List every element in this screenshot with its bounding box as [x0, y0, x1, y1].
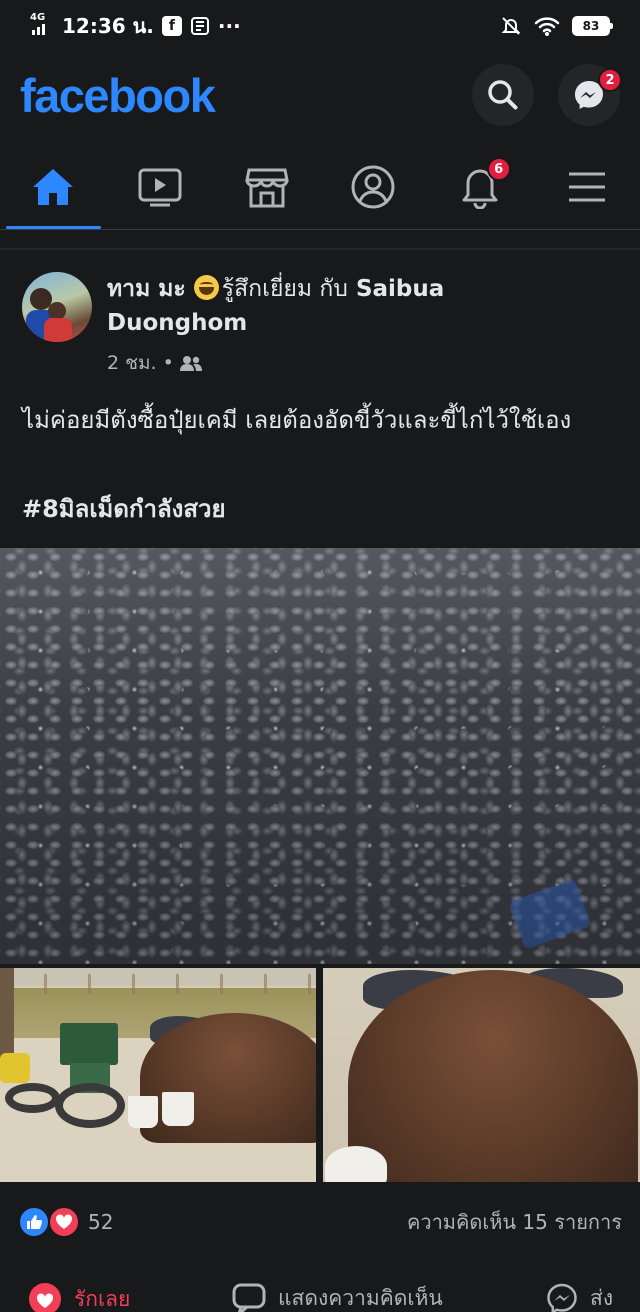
like-reaction-icon: [18, 1206, 50, 1238]
header-actions: 2: [472, 64, 622, 126]
profile-icon: [351, 165, 395, 209]
post-header: ทาม มะ รู้สึกเยี่ยม กับ Saibua Duonghom …: [22, 272, 622, 378]
post-photo-compost-pile[interactable]: [323, 968, 640, 1182]
post-timestamp-row: 2 ชม. •: [107, 348, 444, 378]
love-icon: [29, 1283, 61, 1312]
love-reaction-icon: [48, 1206, 80, 1238]
search-button[interactable]: [472, 64, 534, 126]
post-photo-machine[interactable]: [0, 968, 316, 1182]
network-type: 4G: [30, 12, 46, 23]
mute-bell-icon: [501, 17, 521, 35]
status-left: 4G 12:36 น. f ···: [30, 10, 241, 42]
author-avatar[interactable]: [22, 272, 92, 342]
tab-notifications[interactable]: 6: [427, 145, 534, 229]
reaction-icons: [18, 1204, 84, 1240]
messenger-button[interactable]: 2: [558, 64, 622, 126]
reactions-summary[interactable]: 52 ความคิดเห็น 15 รายการ: [18, 1202, 622, 1242]
reaction-count: 52: [88, 1210, 114, 1234]
menu-icon: [568, 172, 605, 202]
marketplace-icon: [244, 168, 289, 208]
comment-label: แสดงความคิดเห็น: [278, 1286, 443, 1310]
feeling-text: รู้สึกเยี่ยม กับ: [221, 276, 348, 302]
status-right: 83: [500, 15, 613, 37]
app-header: facebook 2: [0, 55, 640, 135]
comment-count[interactable]: ความคิดเห็น 15 รายการ: [407, 1206, 622, 1238]
tab-marketplace[interactable]: [213, 145, 320, 229]
tab-bar: 6: [0, 145, 640, 230]
status-bar: 4G 12:36 น. f ··· 83: [0, 0, 640, 52]
friends-audience-icon: [179, 356, 202, 371]
comment-icon: [232, 1283, 266, 1312]
post-meta: ทาม มะ รู้สึกเยี่ยม กับ Saibua Duonghom …: [107, 272, 444, 378]
post-photo-pellets[interactable]: [0, 548, 640, 964]
status-time: 12:36 น.: [62, 14, 154, 38]
post-actions: รักเลย แสดงความคิดเห็น ส่ง: [0, 1278, 640, 1312]
share-button[interactable]: ส่ง: [546, 1282, 613, 1312]
video-icon: [138, 168, 182, 207]
post-time[interactable]: 2 ชม. •: [107, 348, 174, 378]
tagged-name-first[interactable]: Saibua: [356, 276, 444, 302]
post-hashtag[interactable]: #8มิลเม็ดกำลังสวย: [22, 491, 226, 527]
messenger-badge: 2: [598, 68, 622, 92]
wifi-icon: [534, 17, 560, 36]
love-button[interactable]: รักเลย: [28, 1282, 130, 1312]
comment-button[interactable]: แสดงความคิดเห็น: [232, 1282, 443, 1312]
tagged-name-last[interactable]: Duonghom: [107, 310, 247, 336]
tab-watch[interactable]: [107, 145, 214, 229]
facebook-app-icon: f: [161, 16, 182, 36]
home-icon: [33, 169, 74, 205]
feeling-emoji-icon: [193, 275, 219, 300]
feed-separator: [0, 248, 640, 250]
messenger-share-icon: [547, 1283, 577, 1312]
post-title: ทาม มะ รู้สึกเยี่ยม กับ Saibua Duonghom: [107, 272, 444, 340]
notifications-badge: 6: [486, 157, 511, 181]
share-label: ส่ง: [590, 1286, 614, 1310]
tab-menu[interactable]: [533, 145, 640, 229]
signal-icon: 4G: [30, 12, 54, 37]
battery-icon: 83: [572, 16, 613, 36]
facebook-logo[interactable]: facebook: [20, 68, 216, 123]
more-notifications-icon: ···: [217, 14, 241, 38]
post-text: ไม่ค่อยมีตังซื้อปุ๋ยเคมี เลยต้องอัดขี้วั…: [22, 406, 572, 434]
tab-profile[interactable]: [320, 145, 427, 229]
author-name[interactable]: ทาม มะ: [107, 276, 186, 302]
sim-icon: [190, 17, 209, 35]
tab-home[interactable]: [0, 145, 107, 229]
search-icon: [488, 80, 518, 110]
love-label: รักเลย: [74, 1286, 131, 1311]
